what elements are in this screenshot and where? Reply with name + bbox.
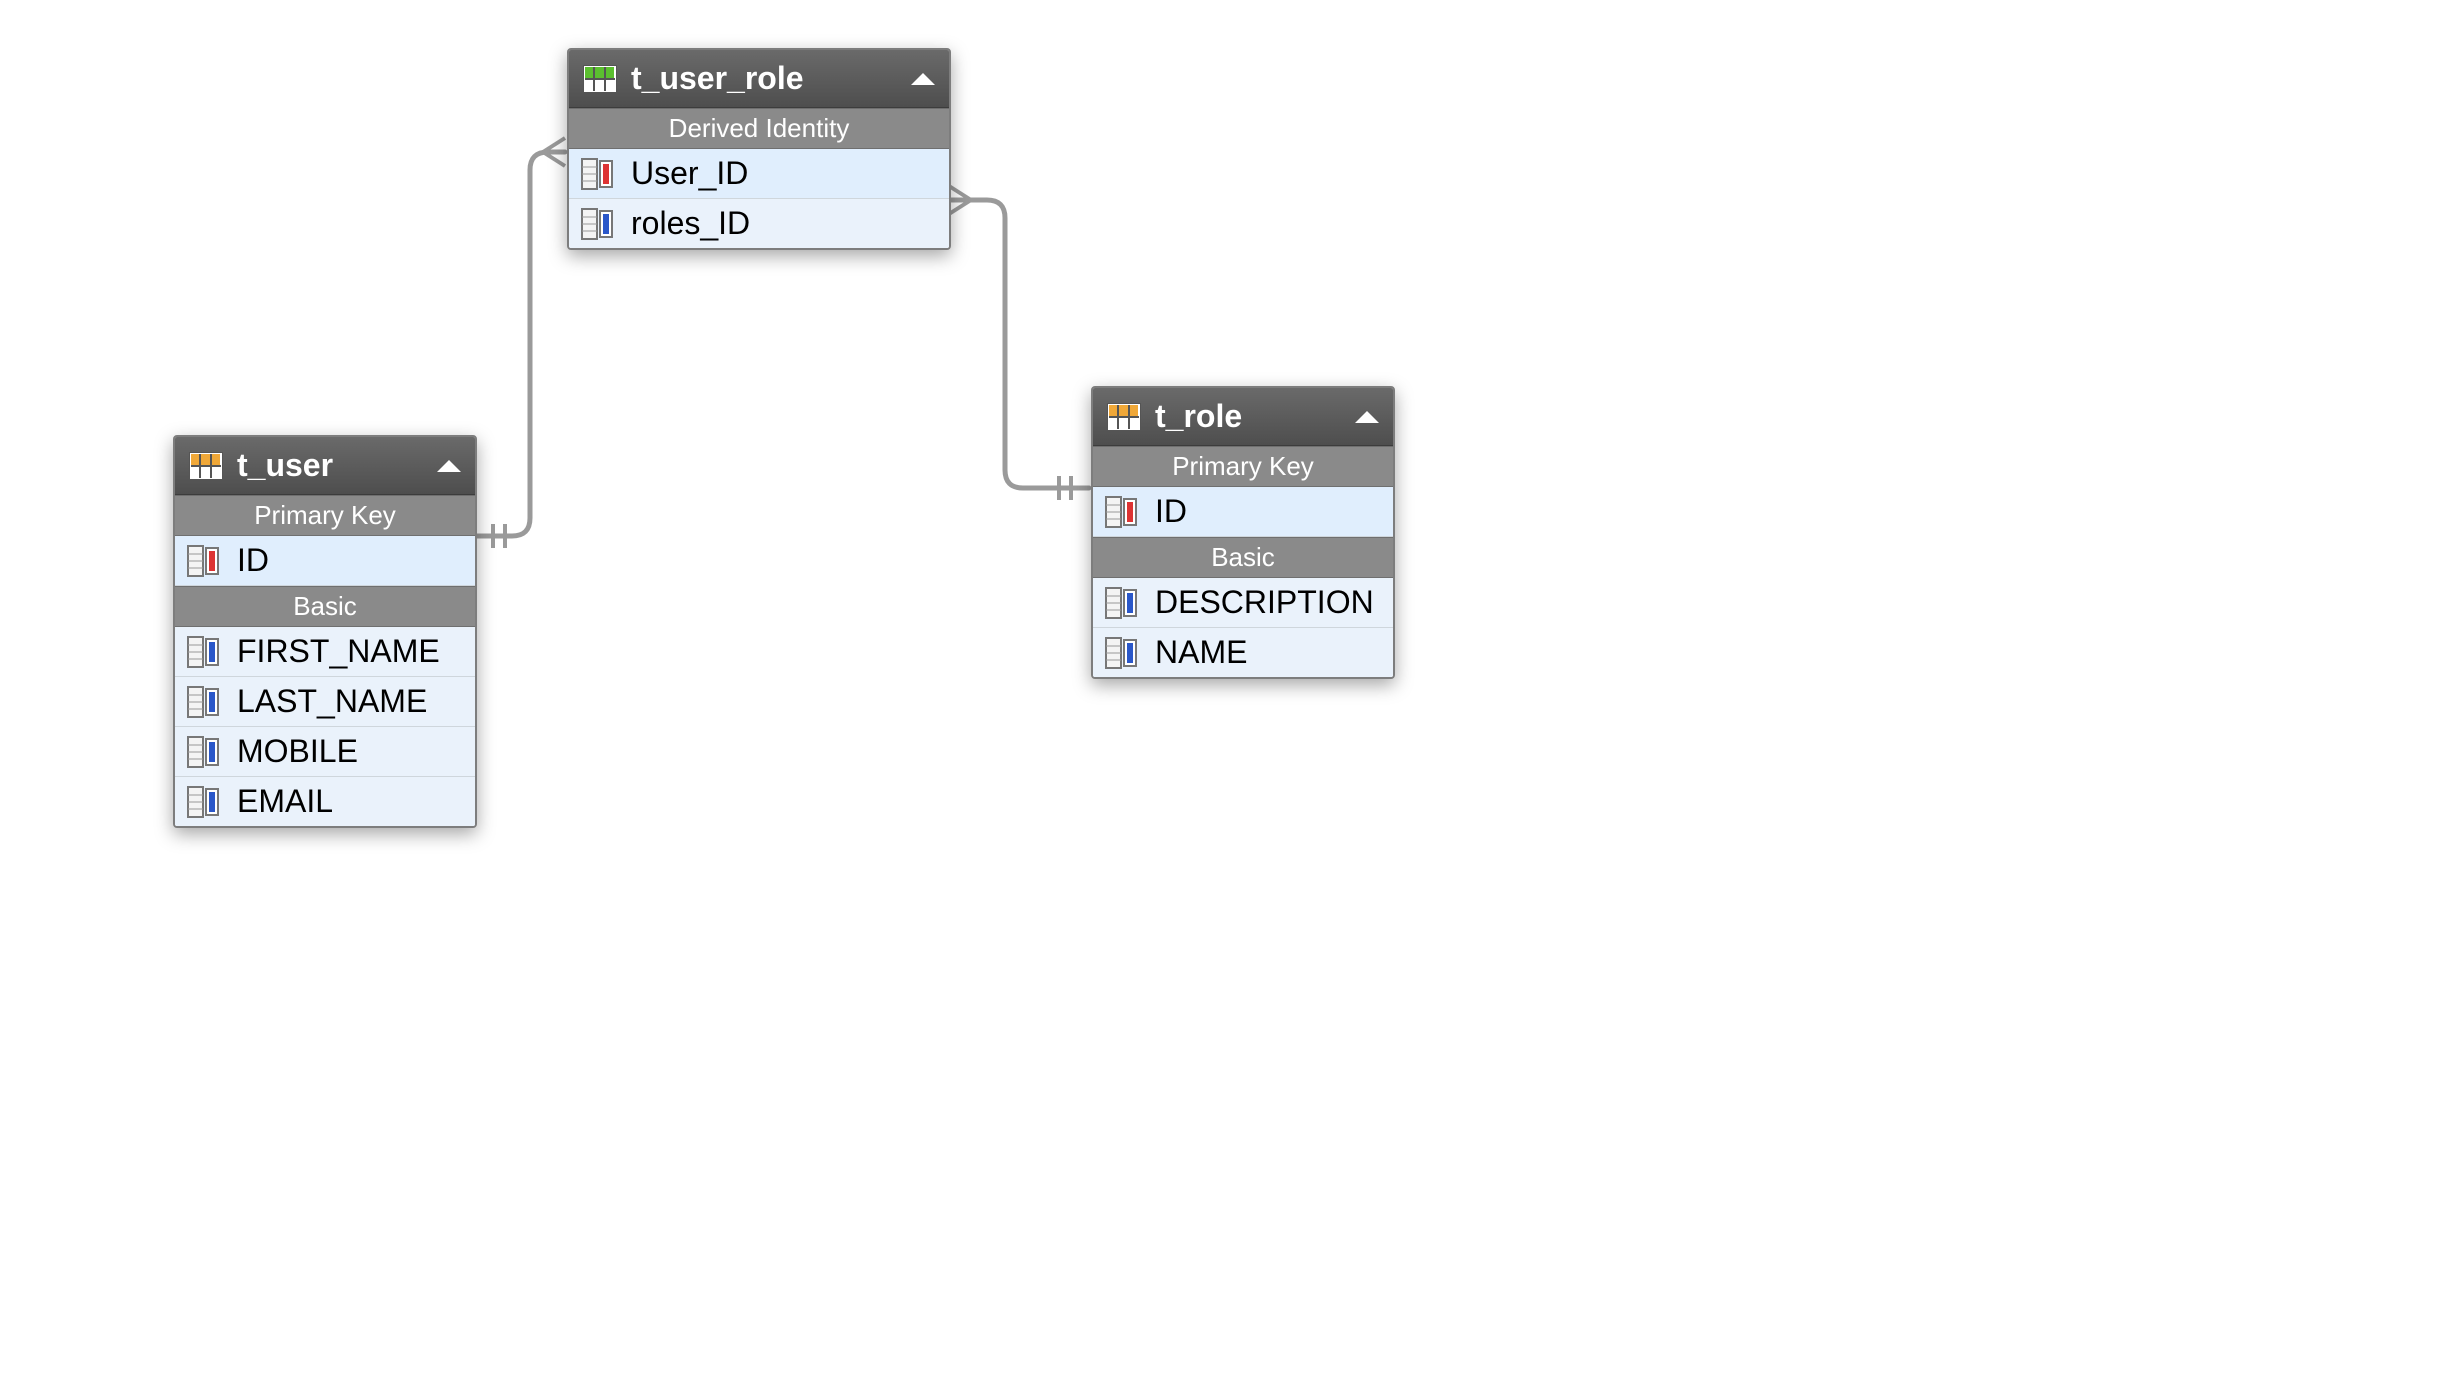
section-label: Primary Key — [1093, 446, 1393, 487]
column-row-first_name[interactable]: FIRST_NAME — [175, 627, 475, 677]
entity-title: t_role — [1155, 398, 1242, 435]
column-row-mobile[interactable]: MOBILE — [175, 727, 475, 777]
table-icon — [1107, 403, 1141, 431]
column-icon — [581, 208, 617, 240]
section-label: Basic — [1093, 537, 1393, 578]
column-icon — [187, 786, 223, 818]
relation-role_to_user_role — [949, 200, 1089, 488]
column-row-roles_id[interactable]: roles_ID — [569, 199, 949, 248]
column-name: MOBILE — [237, 733, 463, 770]
pk-column-icon — [1105, 496, 1141, 528]
table-icon — [189, 452, 223, 480]
column-row-name[interactable]: NAME — [1093, 628, 1393, 677]
entity-user[interactable]: t_user Primary Key ID Basic FIRST_NAME LAS… — [173, 435, 477, 828]
column-name: LAST_NAME — [237, 683, 463, 720]
column-icon — [187, 736, 223, 768]
table-icon — [583, 65, 617, 93]
column-icon — [1105, 637, 1141, 669]
column-name: ID — [1155, 493, 1381, 530]
column-row-id[interactable]: ID — [1093, 487, 1393, 537]
entity-titlebar[interactable]: t_user — [175, 437, 475, 495]
column-row-description[interactable]: DESCRIPTION — [1093, 578, 1393, 628]
column-row-email[interactable]: EMAIL — [175, 777, 475, 826]
entity-title: t_user — [237, 447, 333, 484]
column-name: ID — [237, 542, 463, 579]
collapse-icon[interactable] — [911, 73, 935, 85]
section-label: Derived Identity — [569, 108, 949, 149]
pk-column-icon — [187, 545, 223, 577]
column-name: NAME — [1155, 634, 1381, 671]
column-name: FIRST_NAME — [237, 633, 463, 670]
relation-user_to_user_role — [475, 152, 565, 536]
column-row-last_name[interactable]: LAST_NAME — [175, 677, 475, 727]
pk-column-icon — [581, 158, 617, 190]
entity-titlebar[interactable]: t_role — [1093, 388, 1393, 446]
column-name: roles_ID — [631, 205, 937, 242]
entity-titlebar[interactable]: t_user_role — [569, 50, 949, 108]
section-label: Basic — [175, 586, 475, 627]
collapse-icon[interactable] — [437, 460, 461, 472]
section-label: Primary Key — [175, 495, 475, 536]
column-name: User_ID — [631, 155, 937, 192]
column-row-id[interactable]: ID — [175, 536, 475, 586]
column-name: EMAIL — [237, 783, 463, 820]
column-icon — [187, 636, 223, 668]
column-icon — [187, 686, 223, 718]
entity-user_role[interactable]: t_user_role Derived Identity User_ID role… — [567, 48, 951, 250]
column-row-user_id[interactable]: User_ID — [569, 149, 949, 199]
collapse-icon[interactable] — [1355, 411, 1379, 423]
er-diagram-canvas: t_user_role Derived Identity User_ID role… — [0, 0, 2444, 1398]
entity-title: t_user_role — [631, 60, 804, 97]
column-icon — [1105, 587, 1141, 619]
entity-role[interactable]: t_role Primary Key ID Basic DESCRIPTION NA… — [1091, 386, 1395, 679]
column-name: DESCRIPTION — [1155, 584, 1381, 621]
